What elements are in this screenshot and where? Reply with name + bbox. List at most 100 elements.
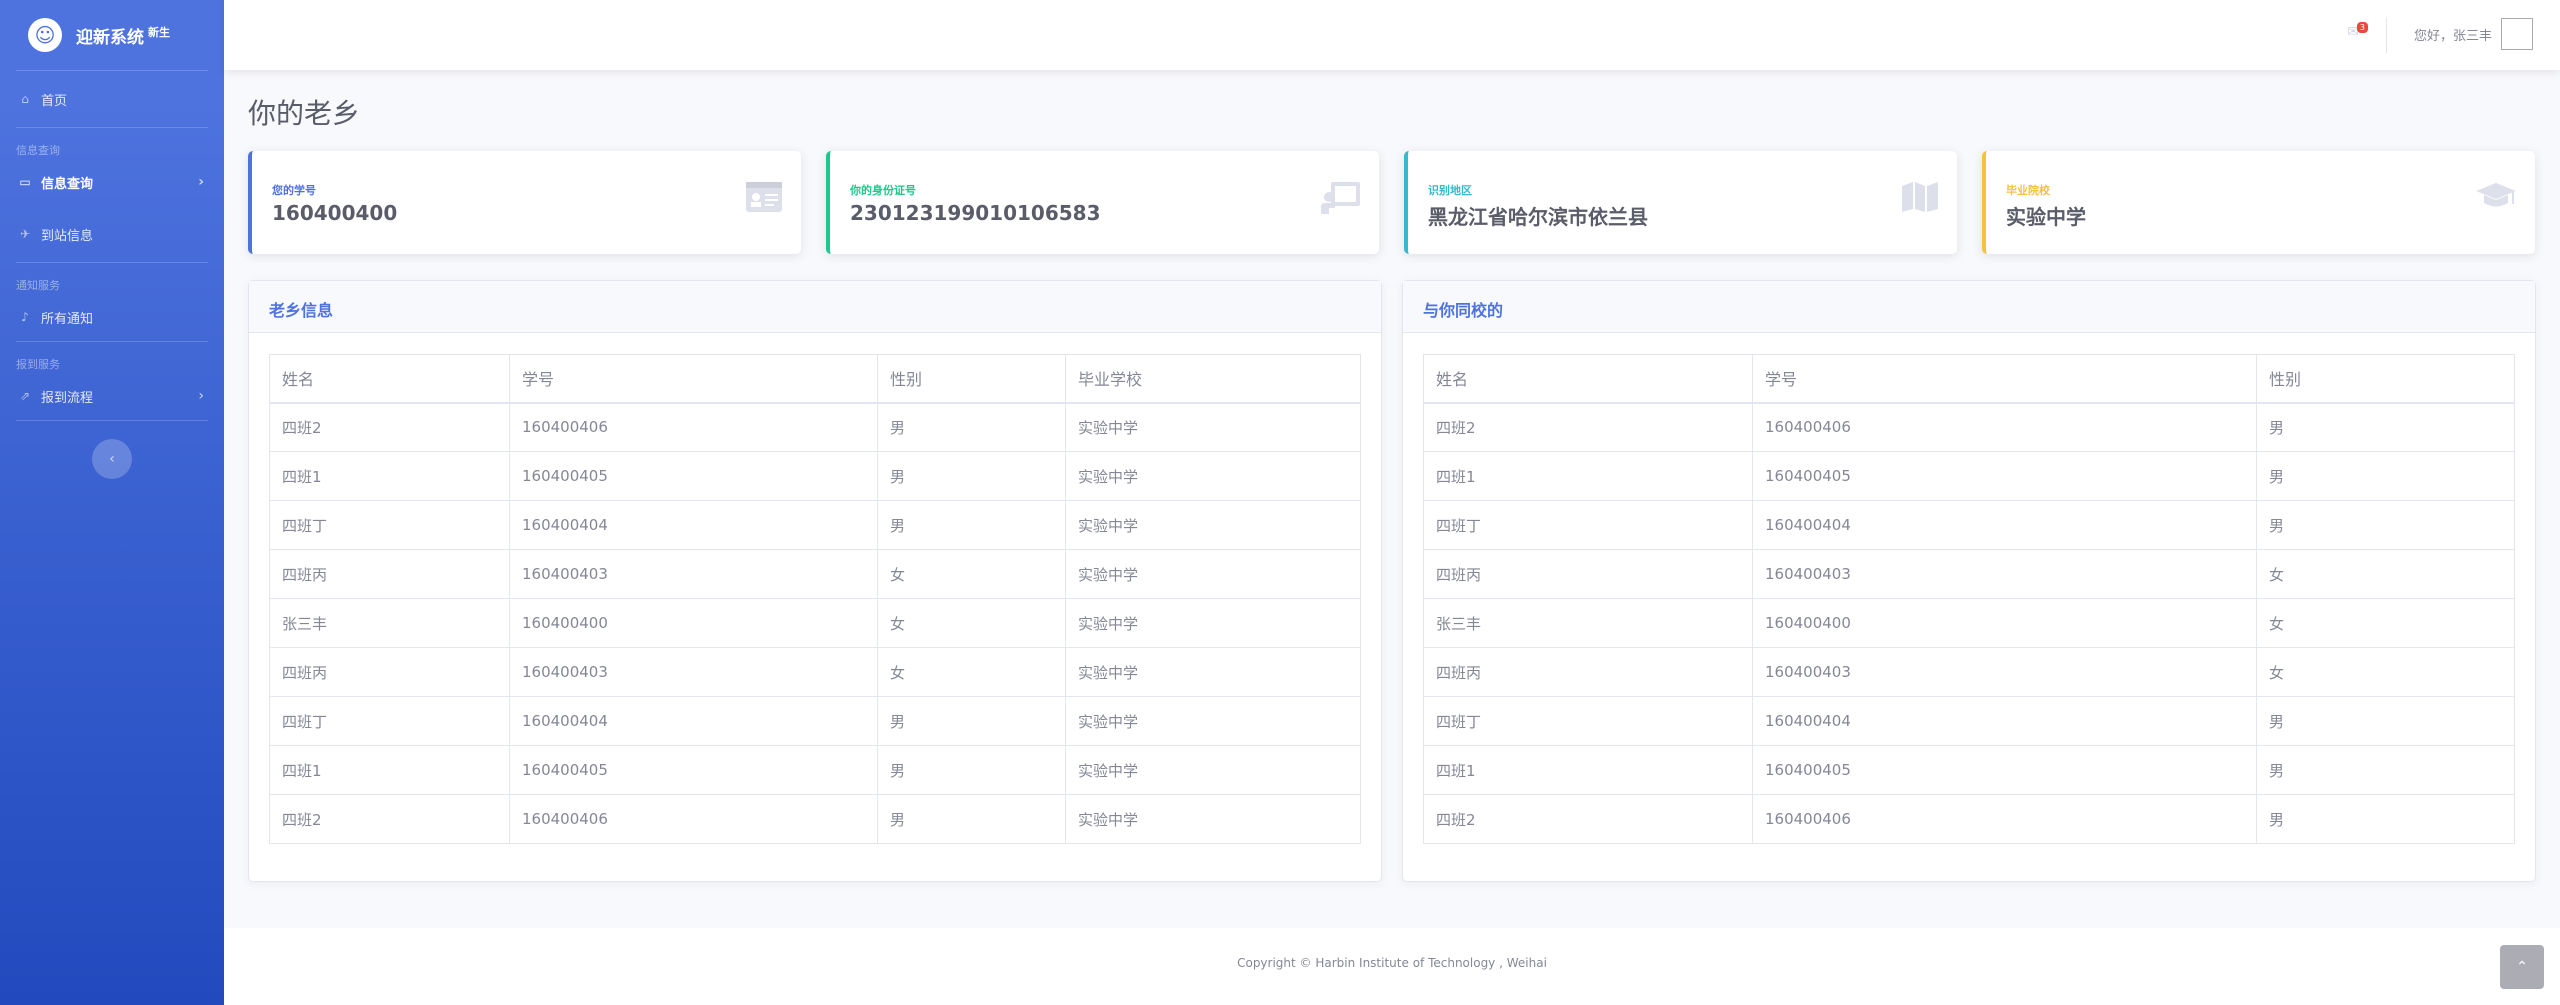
column-header[interactable]: 学号	[1752, 354, 2257, 404]
table-cell: 四班丙	[269, 647, 510, 697]
plane-arrival-icon: ✈	[19, 227, 31, 241]
sidebar-item-notices[interactable]: ♪ 所有通知	[0, 293, 224, 341]
table-row: 四班1 160400405 男实验中学	[269, 451, 1361, 501]
table-row: 四班2 160400406 男实验中学	[269, 794, 1361, 844]
table-cell: 女	[877, 549, 1066, 599]
table-cell: 实验中学	[1065, 696, 1361, 746]
column-header[interactable]: 性别	[877, 354, 1066, 404]
table-cell: 四班2	[1423, 794, 1753, 844]
column-header[interactable]: 毕业学校	[1065, 354, 1361, 404]
copyright-text: Copyright © Harbin Institute of Technolo…	[1237, 956, 1547, 970]
table-cell: 四班2	[269, 794, 510, 844]
page-title: 你的老乡	[248, 97, 361, 130]
table-cell: 四班丁	[269, 696, 510, 746]
table-cell: 实验中学	[1065, 647, 1361, 697]
table-cell: 实验中学	[1065, 500, 1361, 550]
table-row: 四班丙 160400403 女实验中学	[269, 647, 1361, 697]
table-cell: 160400406	[509, 794, 878, 844]
card-label: 识别地区	[1428, 184, 1472, 197]
table-cell: 四班丙	[269, 549, 510, 599]
table-cell: 男	[2256, 451, 2515, 501]
sidebar-item-info-query[interactable]: ▭ 信息查询 ›	[0, 158, 224, 206]
table-cell: 四班1	[1423, 745, 1753, 795]
table-cell: 四班丙	[1423, 647, 1753, 697]
chevron-right-icon: ›	[198, 388, 204, 404]
steps-icon: ⇗	[19, 389, 31, 403]
table-cell: 160400405	[1752, 745, 2257, 795]
sidebar-item-arrival[interactable]: ✈ 到站信息	[0, 206, 224, 262]
table-cell: 160400404	[1752, 500, 2257, 550]
table-row: 四班丙 160400403 女实验中学	[269, 549, 1361, 599]
table-row: 四班2 160400406 男实验中学	[269, 402, 1361, 452]
card-student-id: 您的学号 160400400	[248, 151, 801, 254]
table-cell: 160400403	[1752, 647, 2257, 697]
panel-title: 老乡信息	[249, 281, 1381, 333]
same-school-table: 姓名 学号 性别 四班2 160400406 男四班1 160400405 男四班丁 16…	[1423, 354, 2515, 844]
table-cell: 160400403	[509, 549, 878, 599]
table-cell: 160400400	[509, 598, 878, 648]
sidebar-heading: 报到服务	[16, 358, 60, 371]
home-icon: ⌂	[21, 92, 29, 106]
table-cell: 160400406	[509, 402, 878, 452]
sidebar-item-label: 报到流程	[41, 390, 94, 406]
table-cell: 四班丁	[1423, 500, 1753, 550]
table-row: 四班1 160400405 男	[1423, 451, 2515, 501]
sidebar-item-process[interactable]: ⇗ 报到流程 ›	[0, 372, 224, 420]
scroll-to-top-button[interactable]: ⌃	[2500, 945, 2544, 989]
table-cell: 160400403	[509, 647, 878, 697]
table-row: 四班丙 160400403 女	[1423, 549, 2515, 599]
topbar: ✉ 3 您好，张三丰	[224, 0, 2560, 70]
table-cell: 男	[877, 500, 1066, 550]
table-cell: 160400404	[1752, 696, 2257, 746]
sidebar-divider	[16, 420, 208, 421]
table-row: 四班丁 160400404 男实验中学	[269, 696, 1361, 746]
brand-sup: 新生	[148, 25, 170, 39]
table-cell: 四班丁	[1423, 696, 1753, 746]
table-cell: 四班2	[269, 402, 510, 452]
table-cell: 女	[2256, 598, 2515, 648]
table-row: 四班2 160400406 男	[1423, 794, 2515, 844]
table-cell: 四班丁	[269, 500, 510, 550]
column-header[interactable]: 性别	[2256, 354, 2515, 404]
table-cell: 160400404	[509, 500, 878, 550]
sidebar-toggle-button[interactable]: ‹	[92, 439, 132, 479]
column-header[interactable]: 姓名	[269, 354, 510, 404]
user-greeting[interactable]: 您好，张三丰	[2414, 25, 2492, 44]
column-header[interactable]: 学号	[509, 354, 878, 404]
same-school-panel: 与你同校的 姓名 学号 性别 四班2 160400406 男四班1 160400405…	[1402, 280, 2536, 882]
table-row: 张三丰 160400400 女	[1423, 598, 2515, 648]
table-cell: 160400400	[1752, 598, 2257, 648]
laptop-icon: ▭	[19, 175, 31, 189]
brand[interactable]: ☺ 迎新系统 新生	[0, 0, 224, 70]
table-cell: 男	[877, 451, 1066, 501]
alert-badge: 3	[2356, 22, 2368, 33]
table-cell: 男	[2256, 745, 2515, 795]
table-cell: 男	[877, 745, 1066, 795]
card-label: 您的学号	[272, 184, 316, 197]
table-cell: 男	[2256, 794, 2515, 844]
table-cell: 160400404	[509, 696, 878, 746]
table-cell: 实验中学	[1065, 549, 1361, 599]
table-cell: 男	[2256, 500, 2515, 550]
sidebar-item-label: 首页	[41, 93, 68, 109]
id-card-icon	[746, 182, 782, 212]
sidebar-item-label: 所有通知	[41, 311, 94, 327]
table-row: 四班丁 160400404 男	[1423, 500, 2515, 550]
sidebar-heading: 信息查询	[16, 144, 60, 157]
column-header[interactable]: 姓名	[1423, 354, 1753, 404]
table-cell: 160400405	[1752, 451, 2257, 501]
sidebar-item-home[interactable]: ⌂ 首页	[0, 71, 224, 127]
map-icon	[1902, 182, 1938, 212]
card-value: 黑龙江省哈尔滨市依兰县	[1428, 205, 1648, 229]
table-cell: 张三丰	[269, 598, 510, 648]
table-cell: 实验中学	[1065, 451, 1361, 501]
chevron-right-icon: ›	[198, 174, 204, 190]
avatar[interactable]	[2501, 18, 2533, 50]
table-row: 四班丁 160400404 男实验中学	[269, 500, 1361, 550]
graduation-cap-icon	[2476, 183, 2516, 207]
townsmen-table: 姓名 学号 性别 毕业学校 四班2 160400406 男实验中学 四班1 160400…	[269, 354, 1361, 844]
smile-logo-icon: ☺	[28, 18, 62, 52]
panel-title: 与你同校的	[1403, 281, 2535, 333]
table-cell: 实验中学	[1065, 794, 1361, 844]
table-cell: 男	[2256, 402, 2515, 452]
